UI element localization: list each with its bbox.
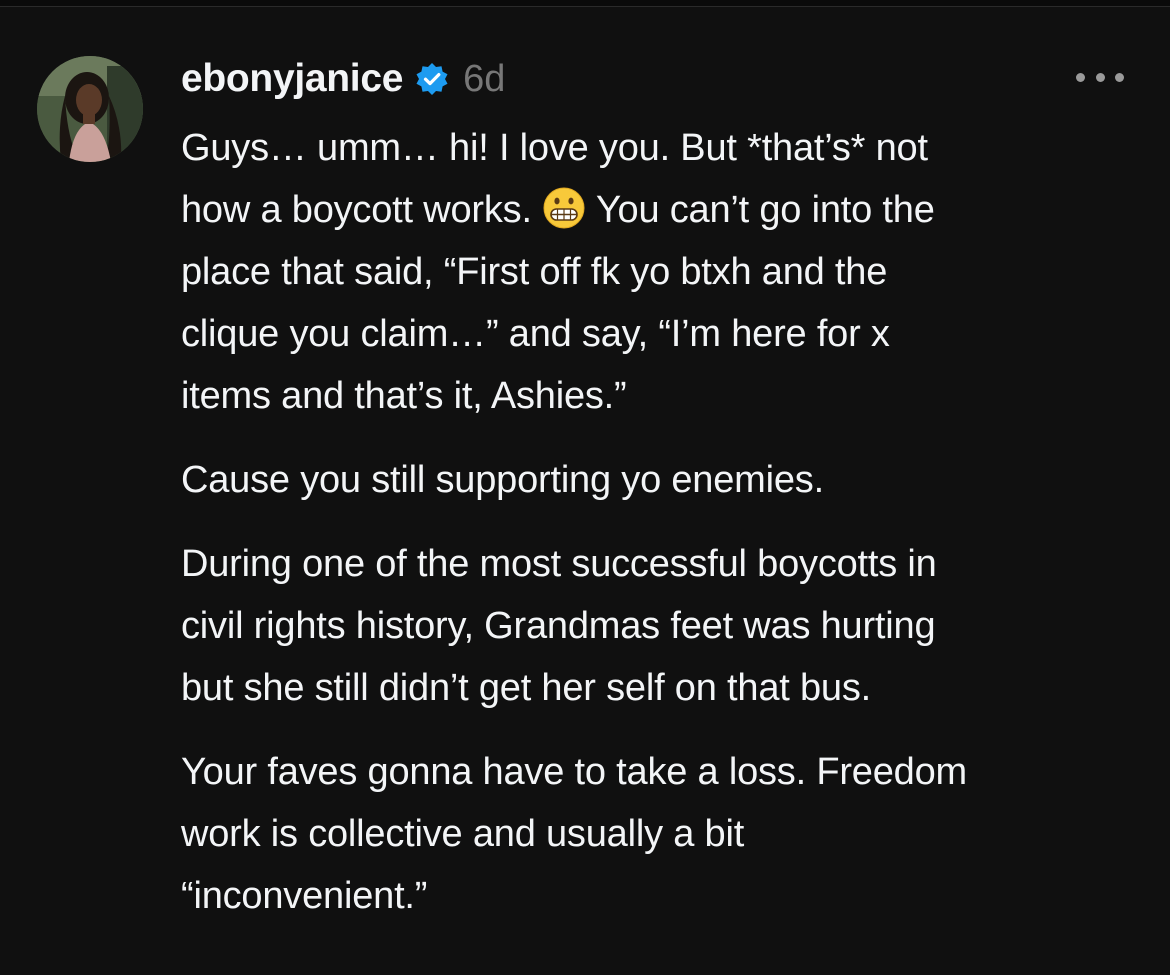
- post-text-line: place that said, “First off fk yo btxh a…: [181, 251, 888, 293]
- dot: [1076, 72, 1085, 82]
- post-text-line: clique you claim…” and say, “I’m here fo…: [181, 313, 890, 355]
- thread-post: ebonyjanice 6d Guys… umm… hi! I love you…: [0, 0, 1170, 975]
- post-text-line: During one of the most successful boycot…: [181, 543, 937, 585]
- post-text-line: Guys… umm… hi! I love you. But *that’s* …: [181, 127, 928, 169]
- post-text-line: how a boycott works. You can’t go into t…: [181, 179, 1151, 241]
- avatar-image: [37, 56, 143, 162]
- more-options-icon[interactable]: [1076, 62, 1124, 92]
- post-text-line: items and that’s it, Ashies.”: [181, 375, 627, 417]
- post-timestamp[interactable]: 6d: [463, 58, 505, 101]
- post-text-line: civil rights history, Grandmas feet was …: [181, 605, 936, 647]
- post-text-line: Your faves gonna have to take a loss. Fr…: [181, 751, 967, 793]
- dot: [1115, 72, 1124, 82]
- post-text-line: “inconvenient.”: [181, 875, 428, 917]
- username[interactable]: ebonyjanice: [181, 57, 403, 101]
- verified-badge-icon: [415, 62, 449, 96]
- post-text-line: but she still didn’t get her self on tha…: [181, 667, 871, 709]
- post-text-line: work is collective and usually a bit: [181, 813, 745, 855]
- avatar[interactable]: [37, 56, 143, 162]
- post-body: Guys… umm… hi! I love you. But *that’s* …: [181, 117, 1151, 927]
- dot: [1095, 72, 1105, 82]
- post-text-line: Cause you still supporting yo enemies.: [181, 459, 824, 501]
- grimacing-face-emoji-icon: [542, 186, 586, 230]
- post-header: ebonyjanice 6d: [181, 55, 505, 103]
